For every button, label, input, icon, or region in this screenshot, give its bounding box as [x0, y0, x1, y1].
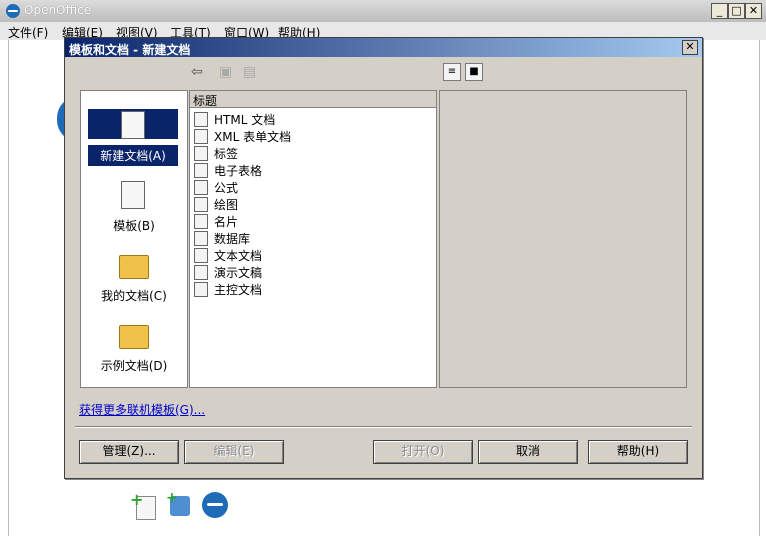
list-item-label: HTML 文档 — [214, 113, 276, 127]
list-header-title[interactable]: 标题 — [190, 91, 436, 108]
category-new-document[interactable]: 新建文档(A) — [81, 109, 187, 177]
list-item-label: XML 表单文档 — [214, 130, 292, 144]
minimize-button[interactable]: _ — [711, 3, 728, 19]
get-more-templates-link[interactable]: 获得更多联机模板(G)... — [79, 401, 205, 418]
master-document-icon — [194, 282, 208, 297]
document-properties-view-button[interactable]: ≡ — [443, 63, 461, 81]
list-item-formula[interactable]: 公式 — [194, 178, 424, 195]
list-item-xml-form[interactable]: XML 表单文档 — [194, 127, 424, 144]
list-item-labels[interactable]: 标签 — [194, 144, 424, 161]
category-templates[interactable]: 模板(B) — [81, 179, 187, 247]
dialog-titlebar: 模板和文档 - 新建文档 ✕ — [65, 38, 702, 57]
cancel-button[interactable]: 取消 — [478, 440, 578, 464]
category-label: 新建文档(A) — [88, 145, 178, 166]
print-icon[interactable]: ▤ — [243, 64, 256, 80]
list-item-label: 电子表格 — [214, 164, 263, 178]
category-label: 模板(B) — [113, 219, 155, 233]
openoffice-icon[interactable] — [202, 492, 228, 518]
document-list: 标题 HTML 文档 XML 表单文档 标签 电子表格 公式 绘图 名片 数据库… — [189, 90, 437, 388]
samples-folder-icon — [119, 319, 149, 349]
back-arrow-icon[interactable]: ⇦ — [191, 64, 203, 80]
spreadsheet-icon — [194, 163, 208, 178]
list-item-label: 名片 — [214, 215, 239, 229]
app-title: OpenOffice — [24, 3, 92, 17]
text-document-icon — [194, 248, 208, 263]
category-label: 我的文档(C) — [101, 289, 167, 303]
list-item-label: 演示文稿 — [214, 266, 263, 280]
dialog-separator — [75, 426, 692, 428]
xml-form-icon — [194, 129, 208, 144]
open-button[interactable]: 打开(O) — [373, 440, 473, 464]
close-window-button[interactable]: ✕ — [745, 3, 762, 19]
edit-button[interactable]: 编辑(E) — [184, 440, 284, 464]
manage-button[interactable]: 管理(Z)... — [79, 440, 179, 464]
drawing-icon — [194, 197, 208, 212]
menu-file[interactable]: 文件(F) — [8, 24, 48, 41]
html-document-icon — [194, 112, 208, 127]
up-folder-icon[interactable]: ▣ — [219, 64, 232, 80]
list-item-master-document[interactable]: 主控文档 — [194, 280, 424, 297]
formula-icon — [194, 180, 208, 195]
openoffice-logo-icon — [6, 4, 20, 18]
folder-icon — [119, 249, 149, 279]
preview-view-button[interactable]: ■ — [465, 63, 483, 81]
category-samples[interactable]: 示例文档(D) — [81, 319, 187, 387]
list-header-label: 标题 — [193, 94, 218, 108]
templates-dialog: 模板和文档 - 新建文档 ✕ ⇦ ▣ ▤ ≡ ■ 新建文档(A) 模板(B) 我… — [64, 37, 703, 479]
maximize-button[interactable]: □ — [728, 3, 745, 19]
list-item-label: 公式 — [214, 181, 239, 195]
dialog-close-button[interactable]: ✕ — [682, 40, 698, 55]
labels-icon — [194, 146, 208, 161]
list-item-drawing[interactable]: 绘图 — [194, 195, 424, 212]
list-item-label: 主控文档 — [214, 283, 263, 297]
list-item-label: 数据库 — [214, 232, 251, 246]
dialog-title: 模板和文档 - 新建文档 — [69, 43, 191, 57]
templates-icon — [119, 179, 147, 209]
list-item-label: 绘图 — [214, 198, 239, 212]
preview-panel — [439, 90, 687, 388]
list-item-text-document[interactable]: 文本文档 — [194, 246, 424, 263]
list-item-spreadsheet[interactable]: 电子表格 — [194, 161, 424, 178]
app-titlebar: OpenOffice _ □ ✕ — [0, 0, 766, 23]
list-item-database[interactable]: 数据库 — [194, 229, 424, 246]
category-label: 示例文档(D) — [100, 359, 168, 373]
new-document-icon — [88, 109, 178, 139]
new-document-add-icon[interactable]: + — [130, 490, 160, 520]
list-item-business-cards[interactable]: 名片 — [194, 212, 424, 229]
list-item-label: 标签 — [214, 147, 239, 161]
extensions-puzzle-icon[interactable]: + — [166, 490, 194, 520]
category-my-documents[interactable]: 我的文档(C) — [81, 249, 187, 317]
database-icon — [194, 231, 208, 246]
presentation-icon — [194, 265, 208, 280]
help-button[interactable]: 帮助(H) — [588, 440, 688, 464]
category-panel: 新建文档(A) 模板(B) 我的文档(C) 示例文档(D) — [80, 90, 188, 388]
list-item-label: 文本文档 — [214, 249, 263, 263]
list-item-presentation[interactable]: 演示文稿 — [194, 263, 424, 280]
list-item-html[interactable]: HTML 文档 — [194, 110, 424, 127]
business-card-icon — [194, 214, 208, 229]
